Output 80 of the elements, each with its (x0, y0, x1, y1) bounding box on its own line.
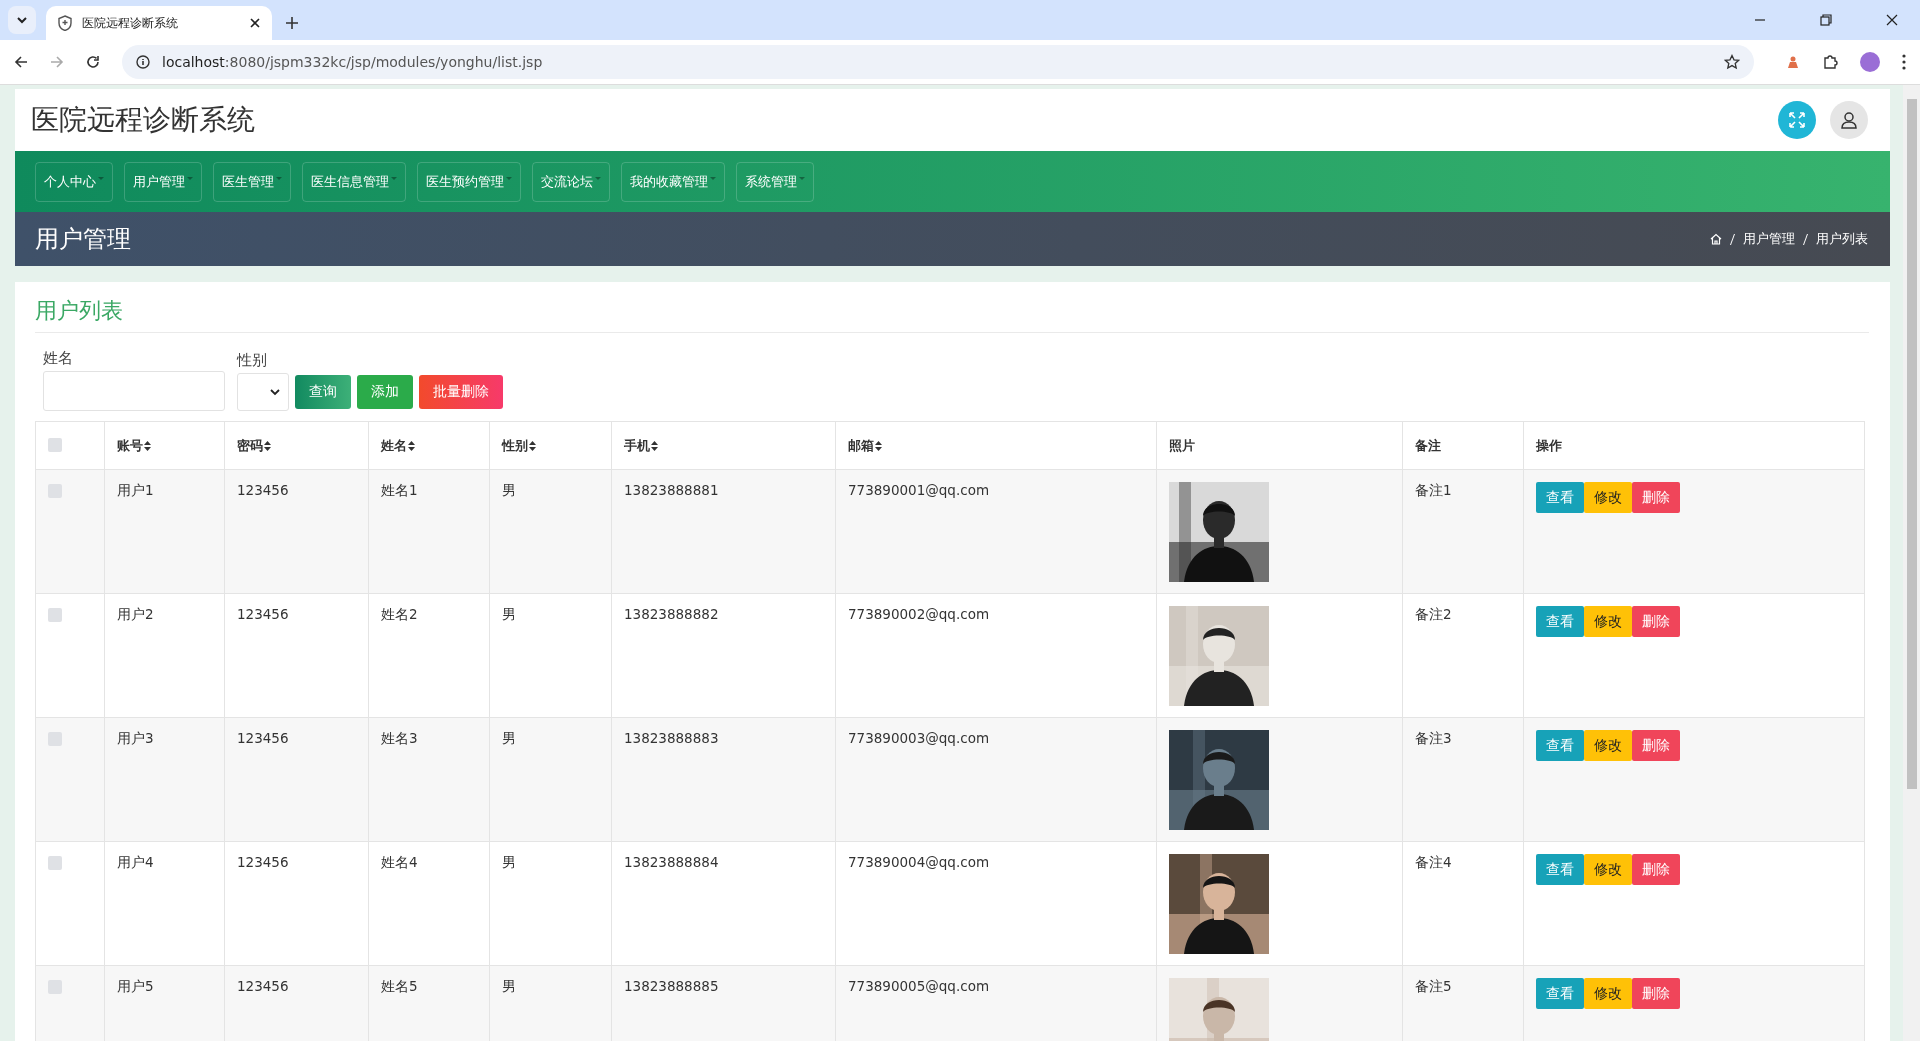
column-header: 照片 (1169, 436, 1195, 455)
edit-button[interactable]: 修改 (1584, 482, 1632, 513)
table-cell: 备注4 (1415, 854, 1452, 870)
table-cell: 男 (502, 730, 516, 746)
table-cell: 姓名4 (381, 854, 418, 870)
table-cell: 123456 (237, 978, 289, 994)
breadcrumb-link[interactable]: 用户管理 (1743, 230, 1795, 248)
table-cell: 用户5 (117, 978, 154, 994)
table-cell: 备注5 (1415, 978, 1452, 994)
delete-button[interactable]: 删除 (1632, 482, 1680, 513)
table-cell: 用户4 (117, 854, 154, 870)
add-button[interactable]: 添加 (357, 375, 413, 409)
view-button[interactable]: 查看 (1536, 482, 1584, 513)
nav-menu-item[interactable]: 交流论坛 (532, 161, 610, 202)
view-button[interactable]: 查看 (1536, 854, 1584, 885)
nav-menu-item[interactable]: 系统管理 (736, 161, 814, 202)
table-cell: 用户2 (117, 606, 154, 622)
nav-menu-item[interactable]: 用户管理 (124, 161, 202, 202)
address-field[interactable]: localhost:8080/jspm332kc/jsp/modules/yonghu/list.jsp (122, 45, 1754, 79)
table-cell: 773890001@qq.com (848, 482, 990, 498)
delete-button[interactable]: 删除 (1632, 730, 1680, 761)
card-title: 用户列表 (35, 296, 1869, 333)
view-button[interactable]: 查看 (1536, 606, 1584, 637)
nav-menu-item[interactable]: 医生预约管理 (417, 161, 521, 202)
url-text: localhost:8080/jspm332kc/jsp/modules/yonghu/list.jsp (162, 54, 543, 70)
column-header: 操作 (1536, 436, 1562, 455)
table-cell: 备注1 (1415, 482, 1452, 498)
table-cell: 123456 (237, 482, 289, 498)
nav-menu-item[interactable]: 医生信息管理 (302, 161, 406, 202)
browser-tab[interactable]: 医院远程诊断系统 (46, 6, 272, 40)
edit-button[interactable]: 修改 (1584, 978, 1632, 1009)
table-cell: 姓名5 (381, 978, 418, 994)
column-header[interactable]: 性别 (502, 436, 536, 455)
nav-menu-item[interactable]: 个人中心 (35, 161, 113, 202)
table-cell: 123456 (237, 730, 289, 746)
column-header[interactable]: 姓名 (381, 436, 415, 455)
bulk-delete-button[interactable]: 批量删除 (419, 375, 503, 409)
site-title: 医院远程诊断系统 (31, 102, 255, 138)
table-cell: 13823888884 (624, 854, 719, 870)
search-button[interactable]: 查询 (295, 375, 351, 409)
view-button[interactable]: 查看 (1536, 730, 1584, 761)
edit-button[interactable]: 修改 (1584, 606, 1632, 637)
nav-menu-item[interactable]: 医生管理 (213, 161, 291, 202)
column-header[interactable]: 账号 (117, 436, 151, 455)
table-cell: 773890004@qq.com (848, 854, 990, 870)
table-cell: 773890002@qq.com (848, 606, 990, 622)
table-cell: 773890003@qq.com (848, 730, 990, 746)
column-header: 备注 (1415, 436, 1441, 455)
table-cell: 773890005@qq.com (848, 978, 990, 994)
delete-button[interactable]: 删除 (1632, 606, 1680, 637)
table-cell: 123456 (237, 606, 289, 622)
table-cell: 用户1 (117, 482, 154, 498)
view-button[interactable]: 查看 (1536, 978, 1584, 1009)
table-cell: 用户3 (117, 730, 154, 746)
table-cell: 123456 (237, 854, 289, 870)
column-header[interactable]: 手机 (624, 436, 658, 455)
column-header[interactable]: 邮箱 (848, 436, 882, 455)
table-cell: 13823888882 (624, 606, 719, 622)
tab-title: 医院远程诊断系统 (82, 14, 179, 32)
field-label: 姓名 (43, 349, 74, 368)
table-cell: 男 (502, 854, 516, 870)
table-cell: 男 (502, 482, 516, 498)
page-title: 用户管理 (35, 224, 131, 255)
table-cell: 13823888883 (624, 730, 719, 746)
table-cell: 姓名3 (381, 730, 418, 746)
table-cell: 备注3 (1415, 730, 1452, 746)
table-cell: 13823888885 (624, 978, 719, 994)
table-cell: 姓名2 (381, 606, 418, 622)
column-header[interactable]: 密码 (237, 436, 271, 455)
table-cell: 13823888881 (624, 482, 719, 498)
table-cell: 备注2 (1415, 606, 1452, 622)
table-cell: 男 (502, 606, 516, 622)
field-label: 性别 (237, 351, 268, 370)
table-cell: 男 (502, 978, 516, 994)
delete-button[interactable]: 删除 (1632, 978, 1680, 1009)
edit-button[interactable]: 修改 (1584, 854, 1632, 885)
edit-button[interactable]: 修改 (1584, 730, 1632, 761)
table-cell: 姓名1 (381, 482, 418, 498)
nav-menu-item[interactable]: 我的收藏管理 (621, 161, 725, 202)
delete-button[interactable]: 删除 (1632, 854, 1680, 885)
